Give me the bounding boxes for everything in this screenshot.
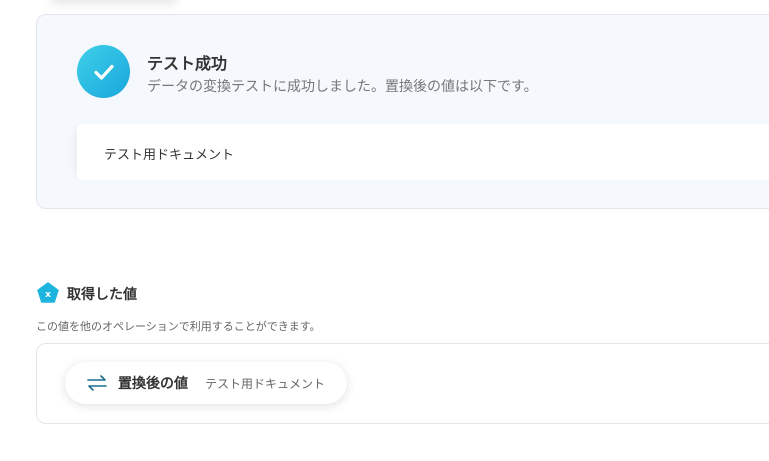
success-title: テスト成功 — [147, 54, 228, 73]
retrieved-values-card: 置換後の値 テスト用ドキュメント — [36, 343, 769, 424]
swap-arrows-icon — [86, 374, 108, 392]
test-success-card: テスト成功 データの変換テストに成功しました。置換後の値は以下です。 テスト用ド… — [36, 14, 769, 209]
value-label: 置換後の値 — [118, 376, 188, 392]
result-value: テスト用ドキュメント — [104, 148, 235, 163]
retrieved-values-title: 取得した値 — [67, 287, 137, 303]
value-text: テスト用ドキュメント — [205, 377, 326, 391]
value-chip[interactable]: 置換後の値 テスト用ドキュメント — [65, 362, 347, 404]
check-circle-icon — [77, 45, 130, 98]
svg-text:x: x — [45, 290, 51, 300]
retrieved-values-description: この値を他のオペレーションで利用することができます。 — [36, 320, 321, 333]
success-description: データの変換テストに成功しました。置換後の値は以下です。 — [147, 79, 538, 95]
pentagon-x-icon: x — [37, 282, 59, 304]
result-value-box: テスト用ドキュメント — [77, 124, 769, 180]
